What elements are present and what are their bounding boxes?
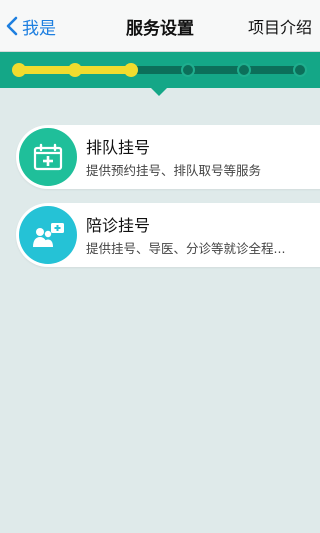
medical-escort-icon	[19, 206, 77, 264]
service-card-queue-registration[interactable]: 排队挂号 提供预约挂号、排队取号等服务	[16, 125, 320, 189]
progress-track	[19, 66, 301, 74]
progress-step-dot	[293, 63, 307, 77]
back-button[interactable]: 我是	[6, 0, 56, 52]
progress-step-dot	[12, 63, 26, 77]
navigation-bar: 我是 服务设置 项目介绍	[0, 0, 320, 52]
service-card-escort-registration[interactable]: 陪诊挂号 提供挂号、导医、分诊等就诊全程...	[16, 203, 320, 267]
progress-step-dot	[124, 63, 139, 77]
band-caret	[151, 88, 167, 96]
service-title: 排队挂号	[86, 138, 151, 157]
progress-step-dot	[68, 63, 83, 77]
progress-step-dot	[180, 63, 195, 77]
progress-band	[0, 52, 320, 88]
calendar-plus-icon	[19, 128, 77, 186]
service-description: 提供挂号、导医、分诊等就诊全程...	[86, 241, 286, 256]
service-title: 陪诊挂号	[86, 216, 151, 235]
chevron-left-icon	[6, 16, 18, 36]
progress-step-dot	[236, 63, 251, 77]
project-intro-button[interactable]: 项目介绍	[248, 0, 312, 52]
service-description: 提供预约挂号、排队取号等服务	[86, 163, 262, 178]
back-label: 我是	[22, 18, 56, 39]
